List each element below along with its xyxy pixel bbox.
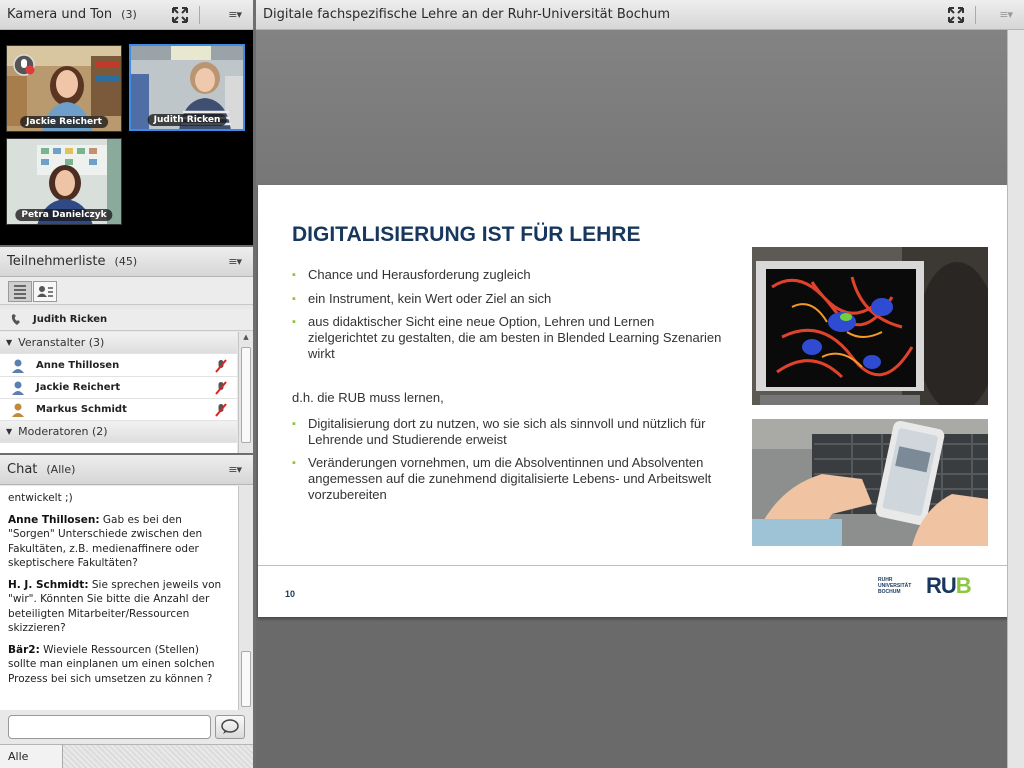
camera-pod-title: Kamera und Ton [7, 7, 113, 22]
scroll-up-icon[interactable]: ▲ [240, 333, 252, 345]
slide-bullet: aus didaktischer Sicht eine neue Option,… [292, 314, 722, 362]
chat-pod-title: Chat [7, 462, 38, 477]
group-label: Moderatoren (2) [18, 425, 108, 438]
chat-scope: (Alle) [46, 463, 76, 476]
pod-menu-icon[interactable]: ≡▾ [228, 463, 242, 476]
slide-bullet: ein Instrument, kein Wert oder Ziel an s… [292, 291, 722, 307]
group-header-hosts[interactable]: ▼ Veranstalter (3) [0, 332, 237, 354]
recipient-selector[interactable]: Alle [0, 745, 63, 768]
share-content-area: DIGITALISIERUNG IST FÜR LEHRE Chance und… [256, 30, 1024, 768]
camera-pod-header: Kamera und Ton (3) ≡▾ [0, 0, 253, 30]
rub-logo: RUB [926, 573, 972, 598]
share-pod-header: Digitale fachspezifische Lehre an der Ru… [256, 0, 1024, 30]
share-scrollbar[interactable] [1007, 30, 1024, 768]
participant-name: Jackie Reichert [20, 116, 108, 128]
participants-pod-header: Teilnehmerliste (45) ≡▾ [0, 247, 253, 277]
list-item[interactable]: Anne Thillosen [0, 355, 237, 377]
chat-author: Bär2: [8, 643, 40, 656]
video-tile[interactable]: Jackie Reichert [6, 45, 122, 132]
smartphone-photo [752, 419, 988, 546]
participants-scrollbar[interactable]: ▲ [238, 332, 253, 453]
camera-pod-count: (3) [121, 8, 137, 21]
chat-author: H. J. Schmidt: [8, 578, 89, 591]
microphone-icon [13, 54, 35, 76]
participants-pod-count: (45) [114, 255, 138, 268]
header-divider [199, 6, 200, 24]
host-user-icon [12, 359, 24, 373]
video-area: Jackie Reichert Judith Ricken Petra Dani… [0, 30, 253, 245]
chat-message: Bär2: Wieviele Ressourcen (Stellen) soll… [8, 643, 230, 687]
rub-wordmark-small: RUHR UNIVERSITÄT BOCHUM [878, 577, 912, 595]
chat-input[interactable] [8, 715, 211, 739]
header-divider [975, 6, 976, 24]
list-view-button[interactable] [8, 281, 32, 302]
attendee-view-icon [37, 286, 53, 297]
share-pod-title: Digitale fachspezifische Lehre an der Ru… [263, 7, 671, 22]
collapse-arrow-icon: ▼ [6, 427, 13, 436]
muted-microphone-icon [215, 402, 227, 417]
video-tile-active[interactable]: Judith Ricken [129, 44, 245, 131]
chat-pod: Chat (Alle) ≡▾ entwickelt ;) Anne Thillo… [0, 455, 253, 768]
chat-scrollbar[interactable] [238, 486, 253, 710]
phone-icon [11, 313, 20, 325]
attendee-view-button[interactable] [33, 281, 57, 302]
chat-author: Anne Thillosen: [8, 513, 100, 526]
slide-bullet: Digitalisierung dort zu nutzen, wo sie s… [292, 416, 712, 448]
active-speaker-name: Judith Ricken [33, 314, 108, 325]
participants-pod-title: Teilnehmerliste [7, 254, 106, 269]
chat-text: Wieviele Ressourcen (Stellen) sollte man… [8, 643, 215, 685]
scrollbar-thumb[interactable] [241, 347, 251, 443]
list-view-icon [14, 285, 26, 299]
participant-name: Anne Thillosen [36, 360, 120, 371]
participant-name: Judith Ricken [147, 114, 227, 126]
chat-message: H. J. Schmidt: Sie sprechen jeweils von … [8, 578, 230, 636]
participant-name: Petra Danielczyk [15, 209, 113, 221]
muted-microphone-icon [215, 358, 227, 373]
share-pod: Digitale fachspezifische Lehre an der Ru… [256, 0, 1024, 768]
presentation-slide: DIGITALISIERUNG IST FÜR LEHRE Chance und… [258, 185, 1024, 617]
chat-footer: Alle [0, 744, 253, 768]
chat-messages: entwickelt ;) Anne Thillosen: Gab es bei… [0, 486, 238, 710]
pod-menu-icon[interactable]: ≡▾ [228, 255, 242, 268]
collapse-arrow-icon: ▼ [6, 338, 13, 347]
slide-footer-line [258, 565, 1024, 566]
camera-pod: Kamera und Ton (3) ≡▾ Jackie Reichert Ju… [0, 0, 253, 245]
pod-menu-icon[interactable]: ≡▾ [228, 8, 242, 21]
participants-pod: Teilnehmerliste (45) ≡▾ Judith Ricken ▼ … [0, 247, 253, 453]
host-user-icon [12, 403, 24, 417]
chat-pod-header: Chat (Alle) ≡▾ [0, 455, 253, 485]
participant-name: Markus Schmidt [36, 404, 127, 415]
participants-list: ▼ Veranstalter (3) Anne Thillosen Jackie… [0, 332, 237, 453]
speech-bubble-icon [221, 719, 239, 734]
chat-message: entwickelt ;) [8, 492, 73, 504]
group-label: Veranstalter (3) [18, 336, 105, 349]
chat-message: Anne Thillosen: Gab es bei den "Sorgen" … [8, 513, 230, 571]
slide-bullet: Veränderungen vornehmen, um die Absolven… [292, 455, 712, 503]
fullscreen-icon[interactable] [171, 6, 189, 24]
muted-microphone-icon [215, 380, 227, 395]
participants-toolbar [0, 277, 253, 305]
pod-menu-icon[interactable]: ≡▾ [999, 8, 1013, 21]
group-header-moderators[interactable]: ▼ Moderatoren (2) [0, 421, 237, 443]
send-message-button[interactable] [215, 715, 245, 739]
microscope-photo [752, 247, 988, 405]
slide-subheading: d.h. die RUB muss lernen, [292, 390, 444, 405]
active-speaker-row: Judith Ricken [0, 309, 253, 331]
slide-heading: DIGITALISIERUNG IST FÜR LEHRE [292, 223, 641, 246]
list-item[interactable]: Jackie Reichert [0, 377, 237, 399]
list-item[interactable]: Markus Schmidt [0, 399, 237, 421]
participant-name: Jackie Reichert [36, 382, 121, 393]
slide-page-number: 10 [285, 589, 296, 599]
video-tile[interactable]: Petra Danielczyk [6, 138, 122, 225]
host-user-icon [12, 381, 24, 395]
fullscreen-icon[interactable] [947, 6, 965, 24]
slide-bullet: Chance und Herausforderung zugleich [292, 267, 722, 283]
scrollbar-thumb[interactable] [241, 651, 251, 707]
